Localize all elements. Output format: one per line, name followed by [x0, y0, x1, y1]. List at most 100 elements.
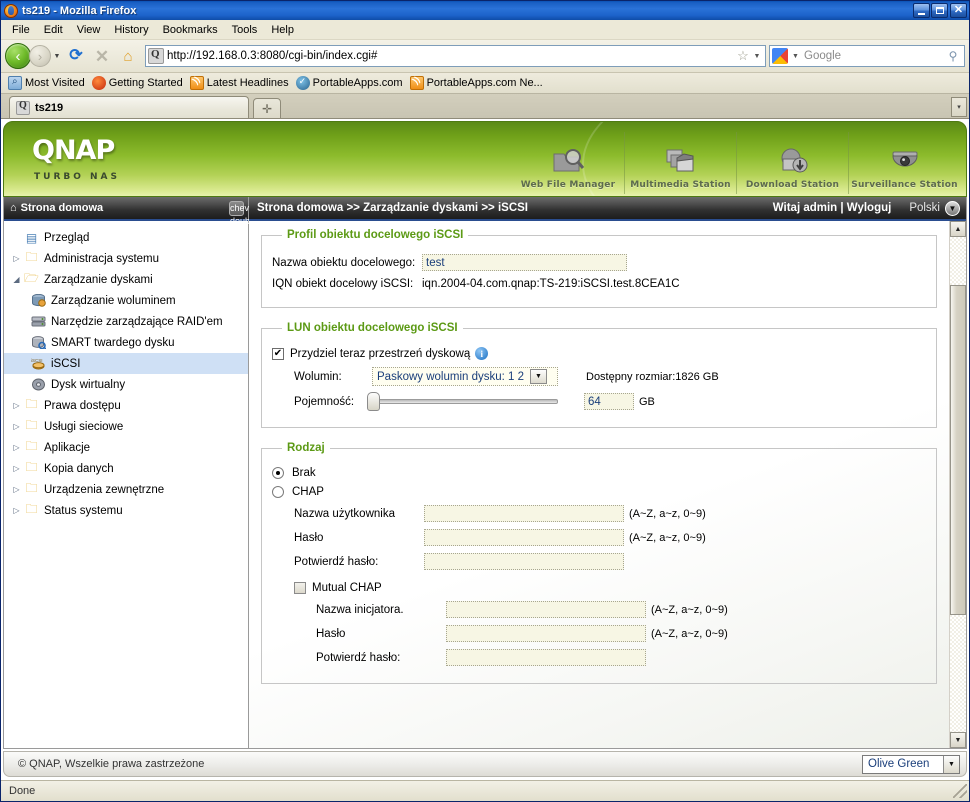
resize-grip-icon[interactable] — [953, 784, 967, 798]
menu-edit[interactable]: Edit — [37, 22, 70, 38]
content-scrollbar[interactable]: ▲ ▼ — [949, 221, 966, 748]
auth-none-radio[interactable] — [272, 467, 284, 479]
tree-twisty[interactable]: ▷ — [10, 254, 23, 263]
target-name-input[interactable]: test — [422, 254, 627, 271]
sidebar-item-dysk-wirtualny[interactable]: Dysk wirtualny — [4, 374, 248, 395]
new-tab-button[interactable]: ✛ — [253, 98, 281, 118]
mutual-chap-checkbox[interactable] — [294, 582, 306, 594]
tree-twisty[interactable]: ◢ — [10, 275, 23, 284]
sidebar-item-aplikacje[interactable]: ▷ 🗀 Aplikacje — [4, 437, 248, 458]
user-greeting[interactable]: Witaj admin | Wyloguj — [773, 202, 892, 214]
sidebar-item-kopia-danych[interactable]: ▷ 🗀 Kopia danych — [4, 458, 248, 479]
scrollbar-thumb[interactable] — [950, 285, 966, 615]
menu-file[interactable]: File — [5, 22, 37, 38]
slider-handle[interactable] — [367, 392, 380, 411]
capacity-input[interactable]: 64 — [584, 393, 634, 410]
plus-icon: ✛ — [261, 101, 273, 116]
menu-help[interactable]: Help — [264, 22, 301, 38]
allocate-space-checkbox[interactable]: ✔ — [272, 347, 284, 360]
info-icon[interactable]: i — [475, 347, 489, 360]
field-chap-username: Nazwa użytkownika (A~Z, a~z, 0~9) — [294, 505, 926, 522]
scroll-down-button[interactable]: ▼ — [950, 732, 966, 748]
auth-chap-radio[interactable] — [272, 486, 284, 498]
volume-icon — [30, 294, 47, 307]
chevron-down-icon: ▼ — [948, 203, 957, 213]
sidebar-item-label: Dysk wirtualny — [51, 378, 126, 391]
forward-button[interactable]: › — [29, 45, 51, 67]
home-button[interactable]: ⌂ — [116, 44, 140, 68]
app-multimedia-station[interactable]: Multimedia Station — [624, 132, 736, 194]
app-surveillance-station[interactable]: Surveillance Station — [848, 132, 960, 194]
minimize-button[interactable] — [913, 3, 930, 18]
sidebar-item-przeglad[interactable]: ▤ Przegląd — [4, 227, 248, 248]
tree-twisty[interactable]: ▷ — [10, 506, 23, 515]
close-button[interactable]: ✕ — [950, 3, 967, 18]
language-dropdown-button[interactable]: ▼ — [945, 200, 960, 216]
chap-password-input[interactable] — [424, 529, 624, 546]
back-button[interactable]: ‹ — [5, 43, 31, 69]
tree-twisty[interactable]: ▷ — [10, 401, 23, 410]
tree-twisty[interactable]: ▷ — [10, 422, 23, 431]
search-input[interactable]: Google — [801, 50, 944, 62]
chap-username-input[interactable] — [424, 505, 624, 522]
bookmark-most-visited[interactable]: Most Visited — [6, 75, 90, 91]
maximize-button[interactable] — [931, 3, 948, 18]
tagline: TURBO NAS — [34, 171, 121, 182]
capacity-slider[interactable] — [367, 392, 558, 411]
menu-bookmarks[interactable]: Bookmarks — [156, 22, 225, 38]
search-bar[interactable]: ▼ Google ⚲ — [769, 45, 965, 67]
app-web-file-manager[interactable]: Web File Manager — [512, 132, 624, 194]
scroll-up-button[interactable]: ▲ — [950, 221, 966, 237]
browser-status-bar: Done — [1, 780, 969, 801]
home-icon: ⌂ — [123, 47, 133, 65]
theme-select-value: Olive Green — [868, 758, 930, 770]
sidebar-item-administracja-systemu[interactable]: ▷ 🗀 Administracja systemu — [4, 248, 248, 269]
chevron-down-icon[interactable]: ▼ — [751, 53, 763, 60]
list-all-tabs-button[interactable]: ▾ — [951, 97, 967, 117]
mutual-confirm-input[interactable] — [446, 649, 646, 666]
sidebar-item-urzadzenia-zewnetrzne[interactable]: ▷ 🗀 Urządzenia zewnętrzne — [4, 479, 248, 500]
sidebar-item-smart[interactable]: SMART twardego dysku — [4, 332, 248, 353]
scrollbar-trough[interactable] — [950, 237, 966, 732]
search-icon[interactable]: ⚲ — [944, 49, 962, 63]
app-download-station[interactable]: Download Station — [736, 132, 848, 194]
bookmark-getting-started[interactable]: Getting Started — [90, 75, 188, 91]
sidebar-item-iscsi[interactable]: iSCSI iSCSI — [4, 353, 248, 374]
magnifier-folder-icon — [551, 142, 585, 180]
sidebar-collapse-button[interactable]: chevron-double-left-icon — [229, 200, 265, 252]
address-bar[interactable]: http://192.168.0.3:8080/cgi-bin/index.cg… — [145, 45, 766, 67]
bookmark-star-icon[interactable]: ☆ — [735, 48, 751, 64]
sidebar-item-zarzadzanie-dyskami[interactable]: ◢ 🗁 Zarządzanie dyskami — [4, 269, 248, 290]
reload-button[interactable]: ⟳ — [64, 44, 88, 68]
chevron-down-icon[interactable]: ▼ — [790, 53, 801, 60]
volume-select[interactable]: Paskowy wolumin dysku: 1 2 ▼ — [372, 367, 558, 386]
menu-tools[interactable]: Tools — [225, 22, 265, 38]
theme-select[interactable]: Olive Green ▼ — [862, 754, 960, 774]
option-none-row: Brak — [272, 467, 926, 479]
menu-view[interactable]: View — [70, 22, 108, 38]
bookmark-portableapps-news[interactable]: PortableApps.com Ne... — [408, 75, 548, 91]
tree-twisty[interactable]: ▷ — [10, 485, 23, 494]
bookmark-portableapps[interactable]: PortableApps.com — [294, 75, 408, 91]
sidebar-item-raid-manager[interactable]: Narzędzie zarządzające RAID'em — [4, 311, 248, 332]
language-label: Polski — [909, 202, 940, 214]
sidebar-item-prawa-dostepu[interactable]: ▷ 🗀 Prawa dostępu — [4, 395, 248, 416]
firefox-window: ts219 - Mozilla Firefox ✕ File Edit View… — [0, 0, 970, 802]
history-dropdown-button[interactable]: ▼ — [51, 45, 63, 67]
tree-twisty[interactable]: ▷ — [10, 443, 23, 452]
chap-confirm-input[interactable] — [424, 553, 624, 570]
stop-button[interactable]: ✕ — [90, 44, 114, 68]
sidebar-item-uslugi-sieciowe[interactable]: ▷ 🗀 Usługi sieciowe — [4, 416, 248, 437]
tab-ts219[interactable]: ts219 — [9, 96, 249, 118]
tree-twisty[interactable]: ▷ — [10, 464, 23, 473]
mutual-password-input[interactable] — [446, 625, 646, 642]
bookmark-latest-headlines[interactable]: Latest Headlines — [188, 75, 294, 91]
app-label: Download Station — [745, 180, 840, 190]
slider-track[interactable] — [367, 392, 558, 411]
sidebar-item-zarzadzanie-woluminem[interactable]: Zarządzanie woluminem — [4, 290, 248, 311]
menu-history[interactable]: History — [107, 22, 155, 38]
firefox-icon — [91, 76, 106, 90]
sidebar-item-status-systemu[interactable]: ▷ 🗀 Status systemu — [4, 500, 248, 521]
initiator-name-input[interactable] — [446, 601, 646, 618]
sidebar-item-label: Aplikacje — [44, 441, 91, 454]
